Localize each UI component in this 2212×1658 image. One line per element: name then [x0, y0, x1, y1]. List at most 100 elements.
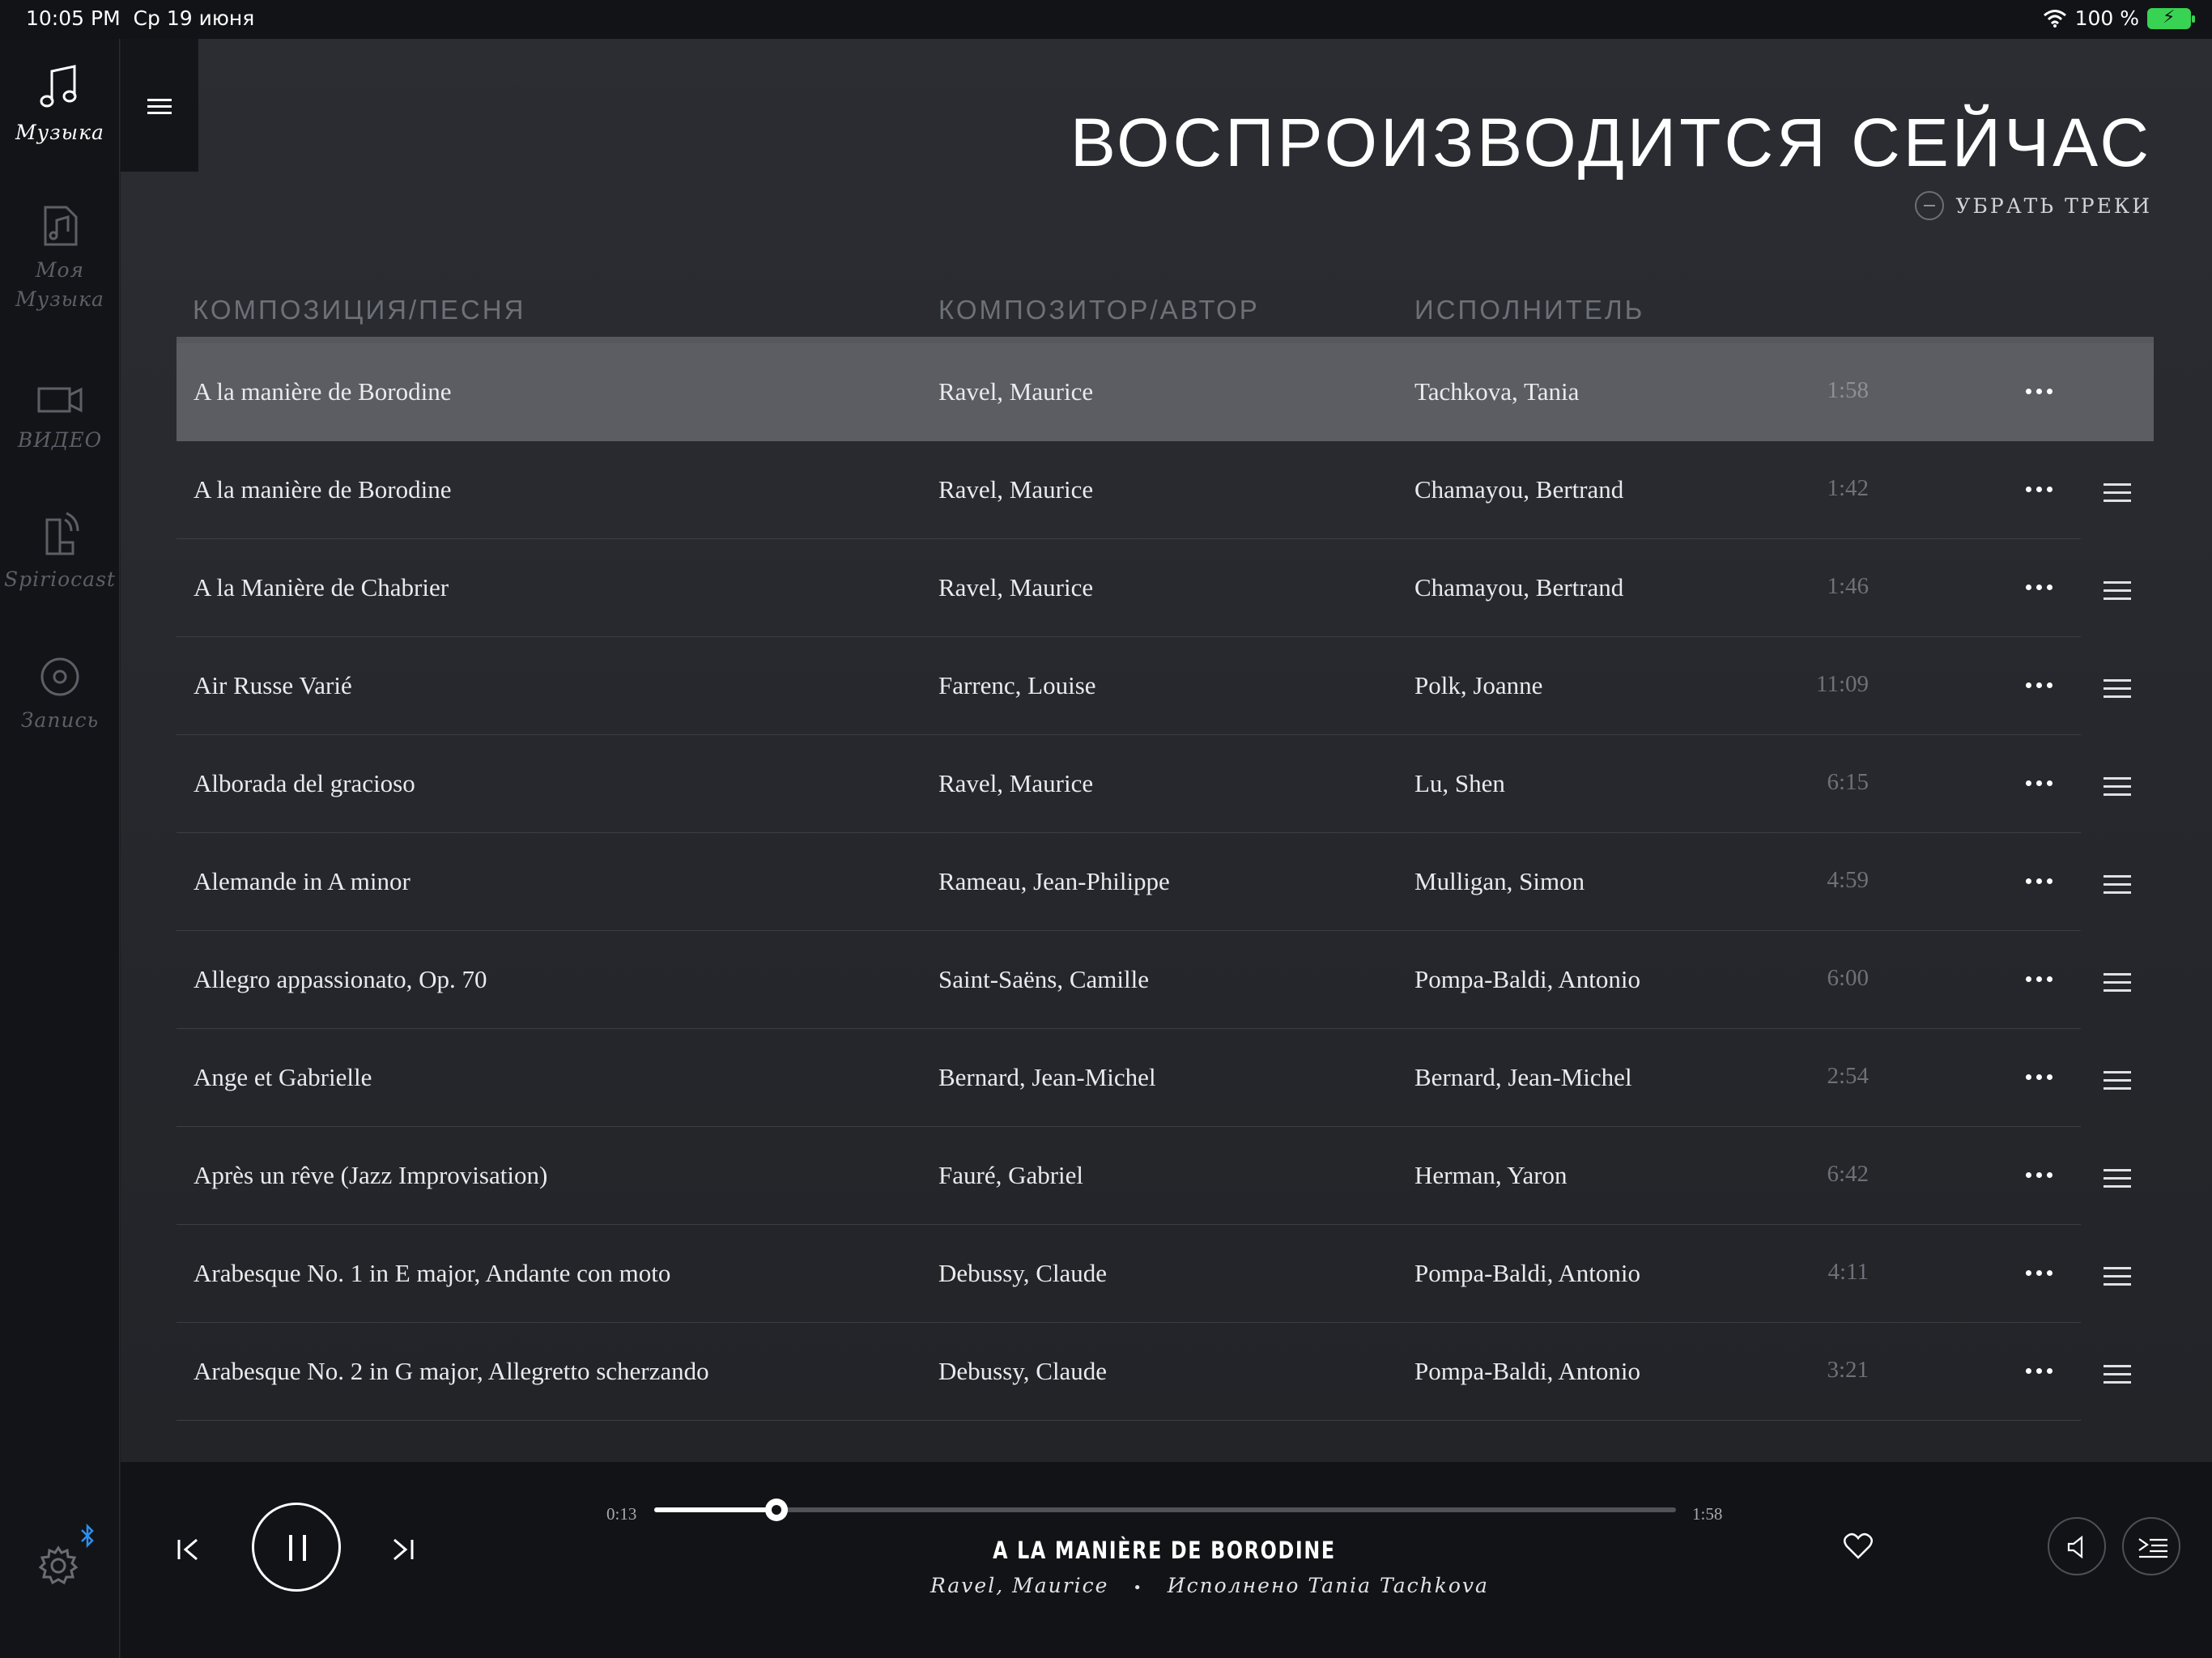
track-title: Alborada del gracioso: [194, 769, 415, 797]
table-row[interactable]: Ange et Gabrielle Bernard, Jean-Michel Ber…: [177, 1029, 2154, 1127]
status-time: 10:05 PM Ср 19 июня: [26, 6, 255, 30]
heart-icon[interactable]: [1842, 1532, 1874, 1561]
track-duration: 1:58: [1827, 377, 1869, 403]
track-duration: 4:59: [1827, 867, 1869, 893]
track-composer: Ravel, Maurice: [938, 769, 1094, 797]
gear-icon[interactable]: [37, 1545, 79, 1587]
column-header-song[interactable]: КОМПОЗИЦИЯ/ПЕСНЯ: [193, 295, 525, 325]
status-indicators: 100 % ⚡: [2043, 6, 2195, 30]
drag-handle-icon[interactable]: [2104, 1169, 2131, 1188]
track-composer: Fauré, Gabriel: [938, 1161, 1084, 1189]
more-options-icon[interactable]: [2024, 1074, 2057, 1082]
drag-handle-icon[interactable]: [2104, 679, 2131, 699]
track-duration: 4:11: [1827, 1259, 1869, 1285]
track-composer: Bernard, Jean-Michel: [938, 1063, 1156, 1091]
column-header-artist[interactable]: ИСПОЛНИТЕЛЬ: [1414, 295, 1644, 325]
sidebar-item-video[interactable]: ВИДЕО: [0, 379, 120, 455]
wifi-icon: [2043, 9, 2066, 28]
track-title: Air Russe Varié: [194, 671, 352, 699]
volume-button[interactable]: [2048, 1517, 2106, 1575]
sidebar-item-label: Spiriocast: [4, 568, 116, 591]
sidebar-item-label: Моя Музыка: [15, 258, 104, 311]
next-track-icon[interactable]: [388, 1535, 417, 1564]
track-duration: 1:42: [1827, 475, 1869, 501]
total-time: 1:58: [1692, 1504, 1723, 1524]
page-title: ВОСПРОИЗВОДИТСЯ СЕЙЧАС: [1070, 104, 2152, 181]
player-bar: 0:13 1:58 A LA MANIÈRE DE BORODINE Ravel…: [121, 1462, 2212, 1658]
drag-handle-icon[interactable]: [2104, 777, 2131, 797]
table-row[interactable]: Alemande in A minor Rameau, Jean-Philippe…: [177, 833, 2154, 931]
queue-list-icon: [2138, 1538, 2167, 1558]
drag-handle-icon[interactable]: [2104, 875, 2131, 895]
queue-button[interactable]: [2122, 1517, 2180, 1575]
now-playing-performer: Исполнено Tania Tachkova: [1167, 1574, 1489, 1597]
bluetooth-icon: [81, 1524, 94, 1548]
track-composer: Ravel, Maurice: [938, 573, 1094, 602]
track-title: Ange et Gabrielle: [194, 1063, 372, 1091]
more-options-icon[interactable]: [2024, 1270, 2057, 1278]
more-options-icon[interactable]: [2024, 878, 2057, 886]
table-row[interactable]: A la Manière de Chabrier Ravel, Maurice Ch…: [177, 539, 2154, 637]
track-artist: Herman, Yaron: [1414, 1161, 1568, 1189]
track-artist: Chamayou, Bertrand: [1414, 475, 1624, 504]
drag-handle-icon[interactable]: [2104, 1071, 2131, 1090]
track-title: Arabesque No. 2 in G major, Allegretto s…: [194, 1357, 709, 1385]
header-divider: [177, 337, 2154, 343]
table-row[interactable]: Air Russe Varié Farrenc, Louise Polk, Joan…: [177, 637, 2154, 735]
drag-handle-icon[interactable]: [2104, 973, 2131, 993]
now-playing-composer: Ravel, Maurice: [930, 1574, 1109, 1597]
sidebar-item-music[interactable]: Музыка: [0, 63, 120, 147]
track-duration: 11:09: [1816, 671, 1869, 697]
hamburger-menu-button[interactable]: [121, 39, 198, 172]
pause-button[interactable]: [252, 1503, 341, 1592]
drag-handle-icon[interactable]: [2104, 1267, 2131, 1286]
track-title: Allegro appassionato, Op. 70: [194, 965, 487, 993]
more-options-icon[interactable]: [2024, 682, 2057, 691]
status-bar: 10:05 PM Ср 19 июня 100 % ⚡: [0, 0, 2212, 39]
more-options-icon[interactable]: [2024, 976, 2057, 984]
table-row[interactable]: Allegro appassionato, Op. 70 Saint-Saëns,…: [177, 931, 2154, 1029]
minus-circle-icon: [1915, 191, 1945, 220]
table-row[interactable]: A la manière de Borodine Ravel, Maurice Ch…: [177, 441, 2154, 539]
table-row[interactable]: A la manière de Borodine Ravel, Maurice Ta…: [177, 343, 2154, 441]
track-duration: 6:42: [1827, 1161, 1869, 1187]
progress-slider[interactable]: [654, 1499, 1676, 1521]
progress-fill: [654, 1507, 777, 1512]
track-composer: Ravel, Maurice: [938, 377, 1094, 406]
spiriocast-icon: [45, 512, 79, 555]
track-duration: 3:21: [1827, 1357, 1869, 1383]
table-row[interactable]: Après un rêve (Jazz Improvisation) Fauré,…: [177, 1127, 2154, 1225]
sidebar-item-spiriocast[interactable]: Spiriocast: [0, 510, 120, 594]
track-title: A la Manière de Chabrier: [194, 573, 449, 602]
more-options-icon[interactable]: [2024, 389, 2057, 397]
table-row[interactable]: Arabesque No. 1 in E major, Andante con …: [177, 1225, 2154, 1323]
table-row[interactable]: Alborada del gracioso Ravel, Maurice Lu, S…: [177, 735, 2154, 833]
separator-dot: •: [1133, 1579, 1143, 1596]
track-artist: Pompa-Baldi, Antonio: [1414, 1357, 1640, 1385]
column-header-composer[interactable]: КОМПОЗИТОР/АВТОР: [938, 295, 1260, 325]
record-icon: [40, 657, 79, 696]
table-row[interactable]: Arabesque No. 2 in G major, Allegretto s…: [177, 1323, 2154, 1421]
status-date: Ср 19 июня: [133, 6, 255, 30]
more-options-icon[interactable]: [2024, 1172, 2057, 1180]
track-artist: Polk, Joanne: [1414, 671, 1543, 699]
more-options-icon[interactable]: [2024, 487, 2057, 495]
sidebar-item-record[interactable]: Запись: [0, 654, 120, 735]
more-options-icon[interactable]: [2024, 585, 2057, 593]
row-divider: [177, 1420, 2081, 1421]
battery-percent: 100 %: [2074, 6, 2139, 30]
sidebar: Музыка Моя Музыка ВИДЕО Spiriocast Запис…: [0, 39, 120, 1658]
track-artist: Mulligan, Simon: [1414, 867, 1585, 895]
drag-handle-icon[interactable]: [2104, 483, 2131, 503]
track-composer: Farrenc, Louise: [938, 671, 1096, 699]
drag-handle-icon[interactable]: [2104, 1365, 2131, 1384]
track-artist: Pompa-Baldi, Antonio: [1414, 965, 1640, 993]
remove-tracks-button[interactable]: УБРАТЬ ТРЕКИ: [1915, 191, 2152, 220]
progress-knob[interactable]: [765, 1499, 789, 1521]
more-options-icon[interactable]: [2024, 1368, 2057, 1376]
track-artist: Chamayou, Bertrand: [1414, 573, 1624, 602]
previous-track-icon[interactable]: [174, 1535, 203, 1564]
drag-handle-icon[interactable]: [2104, 581, 2131, 601]
more-options-icon[interactable]: [2024, 780, 2057, 789]
sidebar-item-my-music[interactable]: Моя Музыка: [0, 201, 120, 314]
